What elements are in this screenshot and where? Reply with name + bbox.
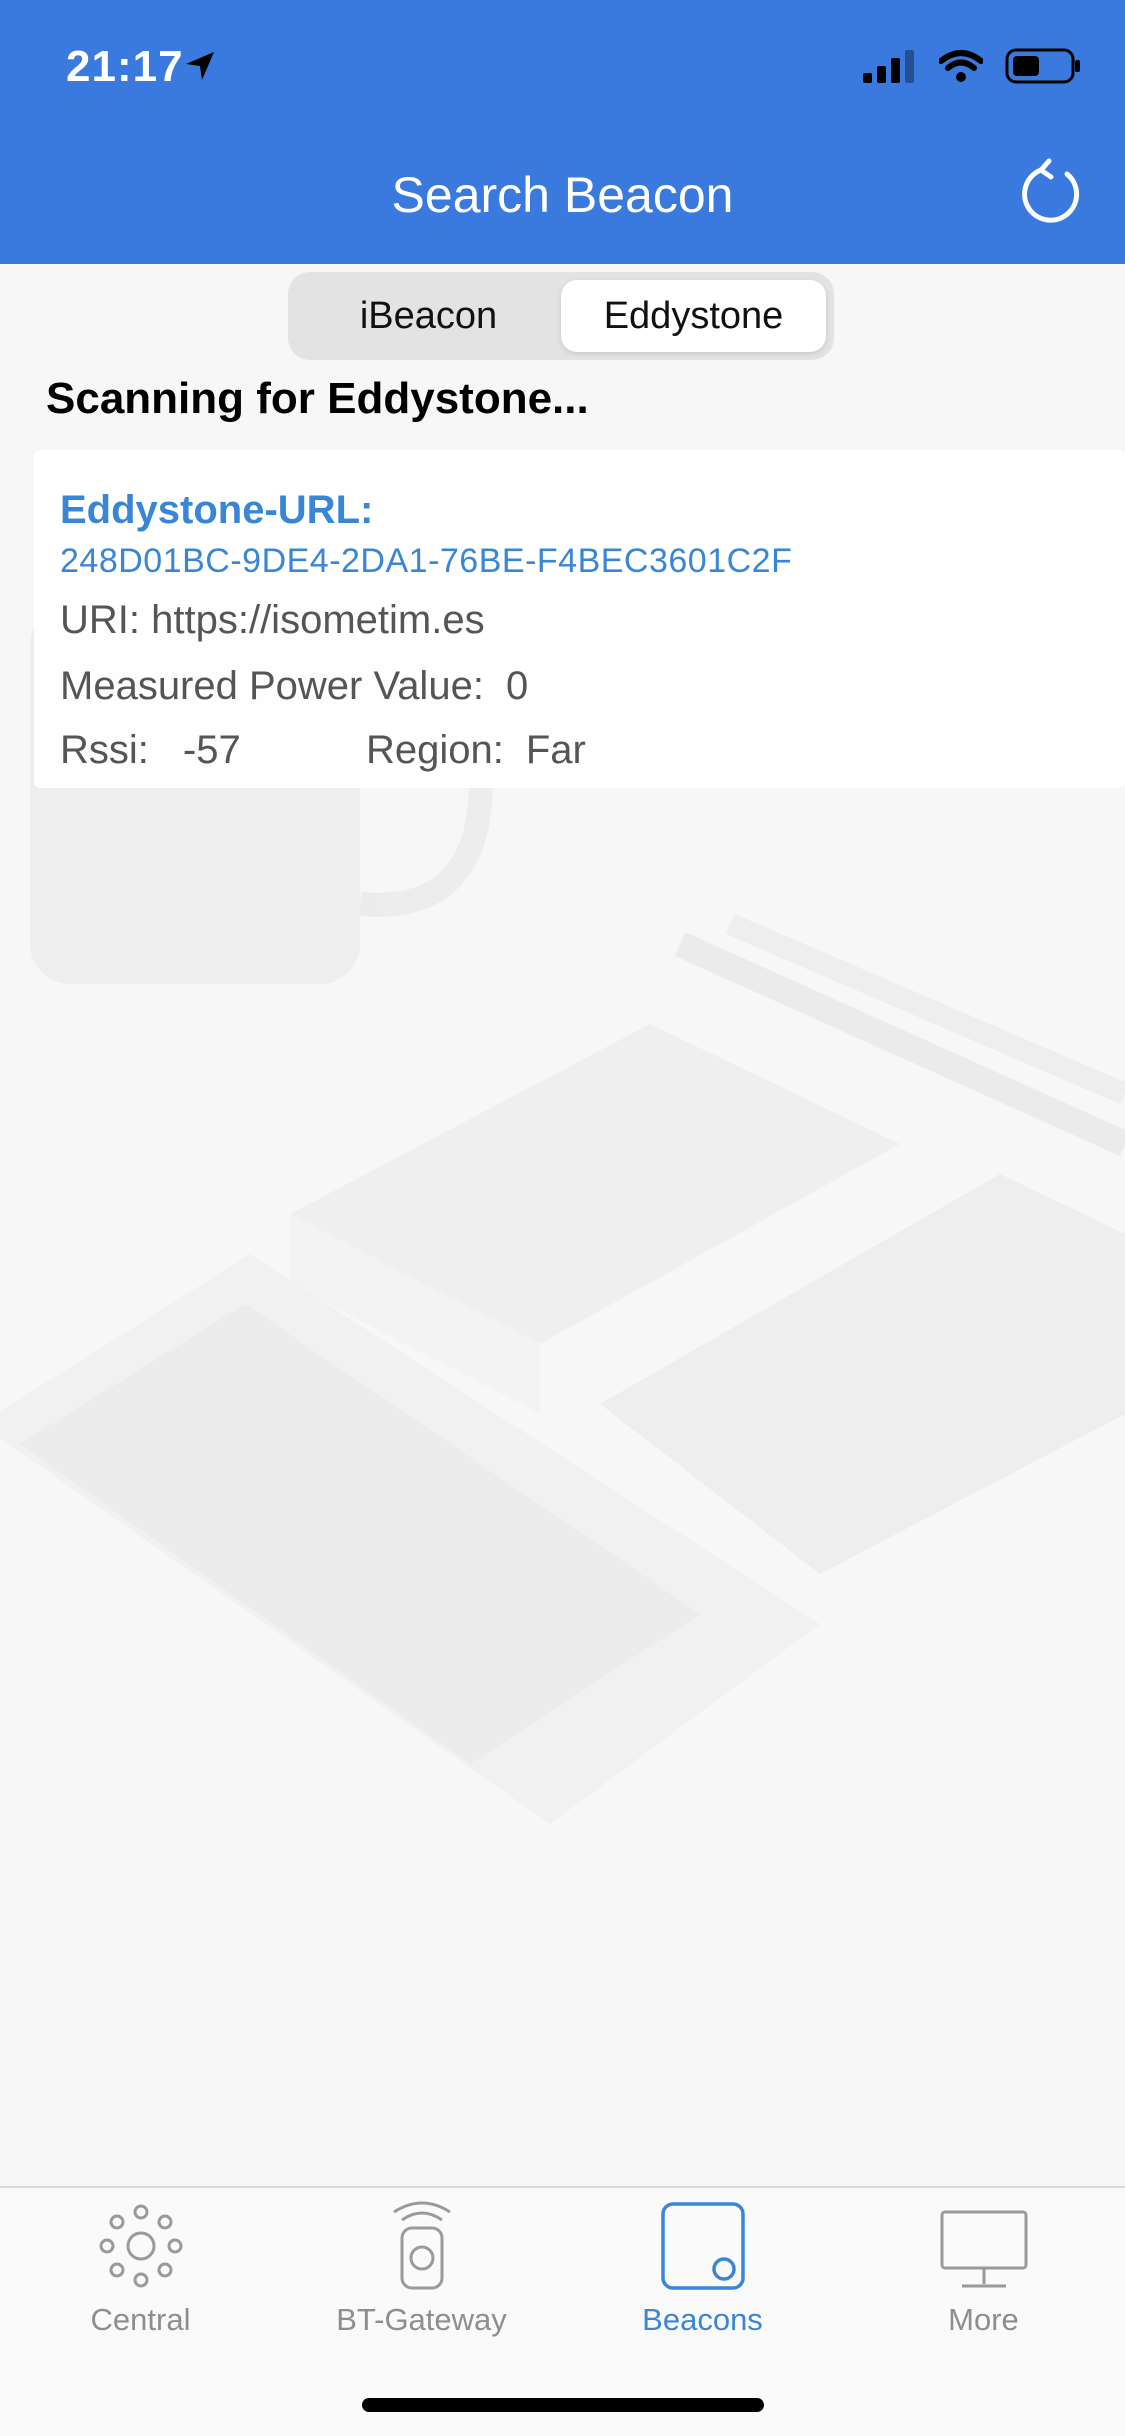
tab-central-label: Central	[90, 2302, 191, 2337]
tab-bt-gateway[interactable]: BT-Gateway	[281, 2198, 562, 2338]
refresh-icon[interactable]	[1017, 158, 1087, 228]
power-value: 0	[505, 664, 529, 708]
tab-more[interactable]: More	[843, 2198, 1124, 2338]
uri-label: URI:	[60, 598, 140, 642]
region-label: Region:	[366, 728, 504, 772]
rssi-row: Rssi: -57	[60, 728, 241, 773]
scan-status: Scanning for Eddystone...	[46, 374, 589, 423]
beacons-icon	[660, 2202, 745, 2290]
region-row: Region: Far	[366, 728, 586, 773]
rssi-label: Rssi:	[60, 728, 149, 772]
beacon-uuid: 248D01BC-9DE4-2DA1-76BE-F4BEC3601C2F	[60, 542, 793, 580]
tab-more-label: More	[948, 2302, 1019, 2337]
power-row: Measured Power Value: 0	[60, 664, 528, 709]
tab-central[interactable]: Central	[0, 2198, 281, 2338]
page-title: Search Beacon	[391, 167, 734, 223]
beacon-type: Eddystone-URL:	[60, 488, 374, 532]
tab-bt-gateway-label: BT-Gateway	[336, 2302, 507, 2337]
monitor-icon	[940, 2210, 1027, 2288]
segment-ibeacon[interactable]: iBeacon	[296, 280, 561, 352]
gateway-icon	[392, 2201, 451, 2290]
tab-beacons-label: Beacons	[642, 2302, 763, 2337]
location-arrow-icon	[186, 52, 214, 80]
beacon-type-segmented-control: iBeacon Eddystone	[288, 272, 834, 360]
region-value: Far	[525, 728, 586, 772]
home-indicator[interactable]	[362, 2398, 764, 2412]
power-label: Measured Power Value:	[60, 664, 484, 708]
rssi-value: -57	[182, 728, 241, 772]
uri-row: URI: https://isometim.es	[60, 598, 485, 643]
signal-icon	[863, 50, 914, 83]
wifi-icon	[939, 50, 983, 82]
beacon-card[interactable]: Eddystone-URL: 248D01BC-9DE4-2DA1-76BE-F…	[34, 450, 1125, 788]
status-indicators	[863, 48, 1081, 84]
central-icon	[99, 2204, 182, 2288]
app-header: 21:17 Search Beacon	[0, 0, 1125, 264]
uri-value: https://isometim.es	[151, 598, 485, 642]
status-time: 21:17	[66, 42, 184, 91]
tab-beacons[interactable]: Beacons	[562, 2198, 843, 2338]
segment-eddystone[interactable]: Eddystone	[561, 280, 826, 352]
battery-icon	[1005, 48, 1080, 84]
